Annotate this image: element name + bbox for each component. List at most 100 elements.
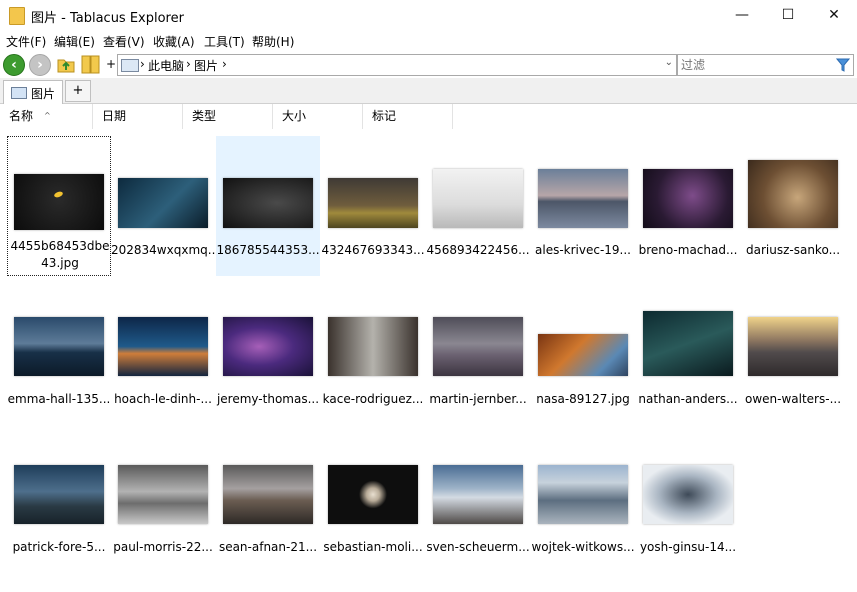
- menu-view[interactable]: 查看(V): [103, 33, 145, 50]
- image-thumbnail: [328, 317, 418, 376]
- breadcrumb-this-pc[interactable]: 此电脑: [148, 57, 184, 74]
- file-item[interactable]: 456893422456...: [426, 136, 530, 276]
- file-item[interactable]: emma-hall-135...: [7, 285, 111, 425]
- pictures-folder-icon: [121, 59, 139, 72]
- column-type[interactable]: 类型: [183, 104, 273, 129]
- file-item[interactable]: dariusz-sanko...: [741, 136, 845, 276]
- address-bar[interactable]: › 此电脑 › 图片 › ⌄: [117, 54, 677, 76]
- sort-up-icon: ^: [44, 111, 51, 120]
- file-item[interactable]: 432467693343...: [321, 136, 425, 276]
- file-item[interactable]: nasa-89127.jpg: [531, 285, 635, 425]
- file-name: nathan-anders...: [638, 392, 738, 406]
- image-thumbnail: [643, 169, 733, 228]
- breadcrumb-pictures[interactable]: 图片: [194, 57, 218, 74]
- file-item[interactable]: hoach-le-dinh-...: [111, 285, 215, 425]
- file-name: patrick-fore-5...: [12, 540, 106, 554]
- image-thumbnail: [433, 169, 523, 228]
- up-folder-icon[interactable]: [56, 54, 76, 74]
- tab-strip: 图片 +: [0, 78, 857, 104]
- new-tab-button[interactable]: +: [65, 80, 91, 102]
- menu-edit[interactable]: 编辑(E): [54, 33, 95, 50]
- image-thumbnail: [748, 317, 838, 376]
- add-button[interactable]: +: [106, 57, 116, 71]
- file-name: yosh-ginsu-14...: [639, 540, 737, 554]
- pictures-folder-icon: [11, 87, 27, 99]
- breadcrumb-separator[interactable]: ›: [186, 57, 191, 71]
- filter-icon[interactable]: [836, 58, 850, 72]
- column-size[interactable]: 大小: [273, 104, 363, 129]
- file-item[interactable]: 186785544353...: [216, 136, 320, 276]
- maximize-button[interactable]: ☐: [765, 0, 811, 31]
- file-item[interactable]: paul-morris-22...: [111, 433, 215, 573]
- folders-icon[interactable]: [80, 53, 102, 75]
- close-button[interactable]: ✕: [811, 0, 857, 31]
- file-item[interactable]: sebastian-moli...: [321, 433, 425, 573]
- image-thumbnail: [223, 178, 313, 228]
- file-item[interactable]: kace-rodriguez...: [321, 285, 425, 425]
- column-date[interactable]: 日期: [93, 104, 183, 129]
- menu-favorites[interactable]: 收藏(A): [153, 33, 195, 50]
- file-name: nasa-89127.jpg: [536, 392, 630, 406]
- file-item[interactable]: nathan-anders...: [636, 285, 740, 425]
- image-thumbnail: [538, 169, 628, 228]
- file-name: 432467693343...: [321, 243, 425, 257]
- file-name: 186785544353...: [216, 243, 320, 257]
- file-name: breno-machad...: [638, 243, 738, 257]
- filter-box[interactable]: [677, 54, 854, 76]
- menu-tools[interactable]: 工具(T): [204, 33, 245, 50]
- file-item[interactable]: breno-machad...: [636, 136, 740, 276]
- file-item[interactable]: yosh-ginsu-14...: [636, 433, 740, 573]
- file-item[interactable]: owen-walters-...: [741, 285, 845, 425]
- folder-app-icon: [9, 7, 25, 25]
- breadcrumb-separator[interactable]: ›: [140, 57, 145, 71]
- column-name[interactable]: 名称 ^: [0, 104, 93, 129]
- tab-pictures[interactable]: 图片: [3, 80, 63, 104]
- image-thumbnail: [14, 465, 104, 524]
- file-item[interactable]: patrick-fore-5...: [7, 433, 111, 573]
- file-item[interactable]: wojtek-witkows...: [531, 433, 635, 573]
- image-thumbnail: [748, 160, 838, 228]
- image-thumbnail: [223, 317, 313, 376]
- file-item[interactable]: sven-scheuerm...: [426, 433, 530, 573]
- image-thumbnail: [643, 465, 733, 524]
- window-title: 图片 - Tablacus Explorer: [31, 11, 184, 26]
- chevron-down-icon[interactable]: ⌄: [665, 57, 673, 68]
- breadcrumb-separator[interactable]: ›: [222, 57, 227, 71]
- file-name: sven-scheuerm...: [426, 540, 530, 554]
- image-thumbnail: [118, 317, 208, 376]
- file-name: emma-hall-135...: [7, 392, 111, 406]
- file-name: owen-walters-...: [744, 392, 842, 406]
- file-item[interactable]: 4455b68453dbe43.jpg: [7, 136, 111, 276]
- image-thumbnail: [118, 178, 208, 228]
- image-thumbnail: [118, 465, 208, 524]
- title-bar: 图片 - Tablacus Explorer — ☐ ✕: [0, 0, 857, 31]
- file-name: 4455b68453dbe43.jpg: [10, 239, 110, 270]
- filter-input[interactable]: [681, 57, 831, 72]
- minimize-button[interactable]: —: [719, 0, 765, 31]
- image-thumbnail: [328, 465, 418, 524]
- image-thumbnail: [328, 178, 418, 228]
- image-thumbnail: [14, 174, 104, 230]
- image-thumbnail: [223, 465, 313, 524]
- file-item[interactable]: jeremy-thomas...: [216, 285, 320, 425]
- file-item[interactable]: sean-afnan-21...: [216, 433, 320, 573]
- file-name: paul-morris-22...: [113, 540, 213, 554]
- image-thumbnail: [538, 334, 628, 376]
- file-name: sean-afnan-21...: [218, 540, 318, 554]
- image-thumbnail: [433, 317, 523, 376]
- file-item[interactable]: ales-krivec-19...: [531, 136, 635, 276]
- file-item[interactable]: 202834wxqxmq...: [111, 136, 215, 276]
- menu-help[interactable]: 帮助(H): [252, 33, 294, 50]
- file-item[interactable]: martin-jernber...: [426, 285, 530, 425]
- forward-arrow-icon[interactable]: ›: [29, 54, 51, 76]
- toolbar: ‹ › + › 此电脑 › 图片 › ⌄: [0, 51, 857, 78]
- menu-file[interactable]: 文件(F): [6, 33, 46, 50]
- file-name: wojtek-witkows...: [531, 540, 635, 554]
- menu-bar: 文件(F) 编辑(E) 查看(V) 收藏(A) 工具(T) 帮助(H): [0, 31, 857, 51]
- image-thumbnail: [433, 465, 523, 524]
- file-name: jeremy-thomas...: [216, 392, 320, 406]
- back-arrow-icon[interactable]: ‹: [3, 54, 25, 76]
- column-tag[interactable]: 标记: [363, 104, 453, 129]
- file-name: martin-jernber...: [429, 392, 527, 406]
- column-header: 名称 ^ 日期 类型 大小 标记: [0, 104, 857, 129]
